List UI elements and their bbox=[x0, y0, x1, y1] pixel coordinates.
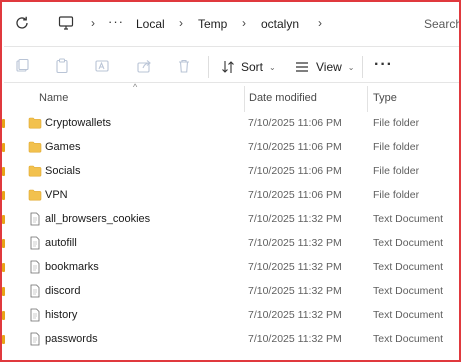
row-marker bbox=[2, 191, 5, 200]
file-type: Text Document bbox=[373, 213, 444, 225]
file-date-modified: 7/10/2025 11:32 PM bbox=[248, 237, 342, 249]
file-date-modified: 7/10/2025 11:06 PM bbox=[248, 189, 342, 201]
refresh-icon[interactable] bbox=[14, 15, 30, 31]
file-type: File folder bbox=[373, 117, 420, 129]
file-date-modified: 7/10/2025 11:06 PM bbox=[248, 117, 342, 129]
search-input[interactable]: Search bbox=[424, 17, 459, 31]
file-name: autofill bbox=[45, 237, 77, 249]
address-bar: › ··· Local › Temp › octalyn › Search bbox=[2, 2, 459, 46]
file-type: File folder bbox=[373, 141, 420, 153]
sort-ascending-icon: ^ bbox=[133, 82, 138, 92]
sort-label: Sort bbox=[241, 60, 264, 74]
file-type: Text Document bbox=[373, 261, 444, 273]
text-document-icon bbox=[28, 308, 42, 322]
row-marker bbox=[2, 215, 5, 224]
this-pc-icon[interactable] bbox=[58, 15, 74, 31]
file-row[interactable]: history 7/10/2025 11:32 PM Text Document bbox=[2, 304, 459, 328]
file-row[interactable]: discord 7/10/2025 11:32 PM Text Document bbox=[2, 280, 459, 304]
row-marker bbox=[2, 335, 5, 344]
file-row[interactable]: Socials 7/10/2025 11:06 PM File folder bbox=[2, 160, 459, 184]
row-marker bbox=[2, 263, 5, 272]
file-date-modified: 7/10/2025 11:32 PM bbox=[248, 261, 342, 273]
delete-icon[interactable] bbox=[176, 58, 192, 74]
folder-icon bbox=[28, 140, 42, 154]
file-name: all_browsers_cookies bbox=[45, 213, 151, 225]
file-explorer-window: › ··· Local › Temp › octalyn › Search So… bbox=[0, 0, 461, 362]
breadcrumb-item-octalyn[interactable]: octalyn bbox=[261, 17, 299, 31]
view-button[interactable]: View ⌄ bbox=[294, 57, 355, 77]
view-label: View bbox=[316, 60, 342, 74]
text-document-icon bbox=[28, 284, 42, 298]
file-row[interactable]: autofill 7/10/2025 11:32 PM Text Document bbox=[2, 232, 459, 256]
share-icon[interactable] bbox=[136, 58, 152, 74]
text-document-icon bbox=[28, 236, 42, 250]
breadcrumb-separator: › bbox=[318, 16, 322, 30]
file-row[interactable]: VPN 7/10/2025 11:06 PM File folder bbox=[2, 184, 459, 208]
file-name: passwords bbox=[45, 333, 98, 345]
row-marker bbox=[2, 143, 5, 152]
folder-icon bbox=[28, 116, 42, 130]
file-row[interactable]: passwords 7/10/2025 11:32 PM Text Document bbox=[2, 328, 459, 352]
file-type: Text Document bbox=[373, 333, 444, 345]
file-type: File folder bbox=[373, 165, 420, 177]
column-divider[interactable] bbox=[367, 86, 368, 112]
file-row[interactable]: Games 7/10/2025 11:06 PM File folder bbox=[2, 136, 459, 160]
toolbar-separator bbox=[208, 56, 209, 78]
file-type: Text Document bbox=[373, 285, 444, 297]
folder-icon bbox=[28, 164, 42, 178]
row-marker bbox=[2, 167, 5, 176]
sort-icon bbox=[222, 61, 234, 73]
file-row[interactable]: bookmarks 7/10/2025 11:32 PM Text Document bbox=[2, 256, 459, 280]
row-marker bbox=[2, 311, 5, 320]
divider bbox=[4, 82, 459, 83]
file-date-modified: 7/10/2025 11:32 PM bbox=[248, 333, 342, 345]
view-icon bbox=[296, 62, 308, 72]
file-list: Cryptowallets 7/10/2025 11:06 PM File fold… bbox=[2, 112, 459, 352]
chevron-down-icon: ⌄ bbox=[269, 62, 276, 72]
file-type: Text Document bbox=[373, 309, 444, 321]
file-name: Cryptowallets bbox=[45, 117, 112, 129]
breadcrumb-item-local[interactable]: Local bbox=[136, 17, 165, 31]
breadcrumb-overflow-button[interactable]: ··· bbox=[108, 14, 124, 29]
file-date-modified: 7/10/2025 11:32 PM bbox=[248, 309, 342, 321]
file-row[interactable]: Cryptowallets 7/10/2025 11:06 PM File fold… bbox=[2, 112, 459, 136]
column-header-date-modified[interactable]: Date modified bbox=[249, 92, 317, 104]
row-marker bbox=[2, 239, 5, 248]
file-type: Text Document bbox=[373, 237, 444, 249]
text-document-icon bbox=[28, 212, 42, 226]
file-name: bookmarks bbox=[45, 261, 99, 273]
toolbar-separator bbox=[362, 56, 363, 78]
chevron-down-icon: ⌄ bbox=[347, 62, 355, 72]
file-name: discord bbox=[45, 285, 81, 297]
breadcrumb-separator: › bbox=[179, 16, 183, 30]
column-header-type[interactable]: Type bbox=[373, 92, 397, 104]
text-document-icon bbox=[28, 332, 42, 346]
file-date-modified: 7/10/2025 11:32 PM bbox=[248, 213, 342, 225]
file-name: Games bbox=[45, 141, 81, 153]
sort-button[interactable]: Sort ⌄ bbox=[220, 57, 276, 77]
file-name: history bbox=[45, 309, 78, 321]
divider bbox=[4, 46, 459, 47]
file-date-modified: 7/10/2025 11:06 PM bbox=[248, 141, 342, 153]
row-marker bbox=[2, 119, 5, 128]
file-date-modified: 7/10/2025 11:06 PM bbox=[248, 165, 342, 177]
file-date-modified: 7/10/2025 11:32 PM bbox=[248, 285, 342, 297]
file-row[interactable]: all_browsers_cookies 7/10/2025 11:32 PM Te… bbox=[2, 208, 459, 232]
column-divider[interactable] bbox=[244, 86, 245, 112]
copy-icon[interactable] bbox=[54, 58, 70, 74]
text-document-icon bbox=[28, 260, 42, 274]
rename-icon[interactable] bbox=[94, 58, 110, 74]
cut-icon[interactable] bbox=[14, 58, 30, 74]
file-type: File folder bbox=[373, 189, 420, 201]
more-options-button[interactable]: ··· bbox=[374, 56, 393, 74]
file-name: VPN bbox=[45, 189, 68, 201]
row-marker bbox=[2, 287, 5, 296]
breadcrumb-separator: › bbox=[91, 16, 95, 30]
breadcrumb-item-temp[interactable]: Temp bbox=[198, 17, 227, 31]
folder-icon bbox=[28, 188, 42, 202]
file-name: Socials bbox=[45, 165, 81, 177]
breadcrumb-separator: › bbox=[242, 16, 246, 30]
column-header-name[interactable]: Name bbox=[39, 92, 68, 104]
